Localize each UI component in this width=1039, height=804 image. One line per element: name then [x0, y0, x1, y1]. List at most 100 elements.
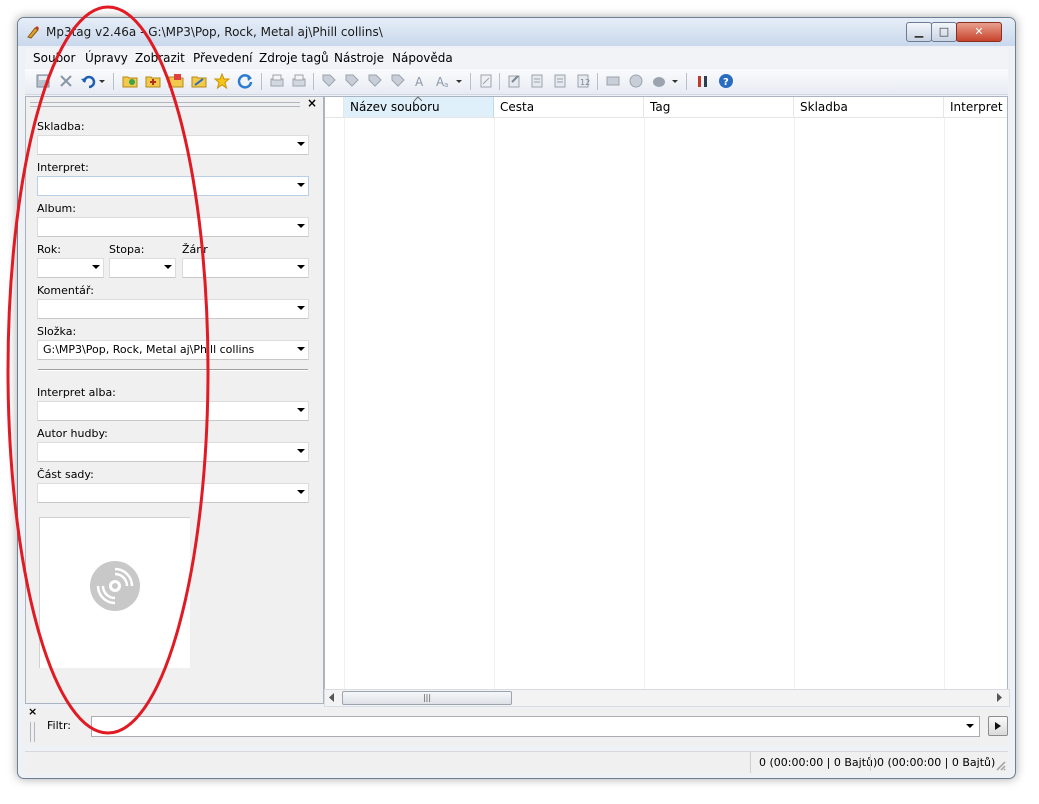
album-artist-field[interactable] — [37, 401, 309, 421]
filter-close-button[interactable]: × — [28, 705, 37, 718]
maximize-button[interactable]: □ — [931, 22, 957, 42]
filter-apply-button[interactable] — [988, 716, 1008, 736]
toolbar-separator — [597, 73, 598, 90]
chevron-down-icon[interactable] — [297, 265, 305, 269]
discnumber-field[interactable] — [37, 483, 309, 503]
resize-grip-icon[interactable] — [995, 760, 1006, 771]
composer-label: Autor hudby: — [37, 427, 108, 440]
scroll-thumb[interactable]: ||| — [342, 691, 512, 705]
year-field[interactable] — [37, 258, 104, 278]
chevron-down-icon[interactable] — [297, 449, 305, 453]
undo-dropdown-icon[interactable] — [98, 73, 106, 89]
save-icon[interactable] — [35, 73, 51, 89]
export-icon[interactable] — [506, 73, 522, 89]
menu-zobrazit[interactable]: Zobrazit — [135, 51, 185, 65]
panel-grip[interactable] — [30, 102, 300, 107]
menu-nastroje[interactable]: Nástroje — [334, 51, 384, 65]
album-artist-label: Interpret alba: — [37, 386, 116, 399]
column-header-tag[interactable]: Tag — [644, 97, 794, 118]
title-bar[interactable]: Mp3tag v2.46a - G:\MP3\Pop, Rock, Metal … — [18, 18, 1015, 46]
help-icon[interactable]: ? — [718, 73, 734, 89]
chevron-down-icon[interactable] — [297, 408, 305, 412]
column-divider — [344, 118, 345, 690]
composer-field[interactable] — [37, 442, 309, 462]
menu-soubor[interactable]: Soubor — [33, 51, 75, 65]
chevron-down-icon[interactable] — [297, 183, 305, 187]
filter-grip[interactable] — [30, 722, 35, 742]
directory-field[interactable]: G:\MP3\Pop, Rock, Metal aj\Phill collins — [37, 340, 309, 360]
refresh-icon[interactable] — [237, 73, 253, 89]
title-field[interactable] — [37, 135, 309, 155]
album-field[interactable] — [37, 217, 309, 237]
tag-source-icon[interactable] — [651, 73, 667, 89]
directory-label: Složka: — [37, 325, 77, 338]
chevron-down-icon[interactable] — [92, 265, 100, 269]
menu-upravy[interactable]: Úpravy — [85, 51, 128, 65]
main-window: Mp3tag v2.46a - G:\MP3\Pop, Rock, Metal … — [17, 17, 1016, 779]
chevron-down-icon[interactable] — [297, 306, 305, 310]
filter-bar: × Filtr: — [25, 705, 1008, 746]
web-source-icon[interactable] — [628, 73, 644, 89]
panel-close-button[interactable]: × — [307, 96, 317, 110]
toolbar-separator — [499, 73, 500, 90]
chevron-down-icon[interactable] — [297, 224, 305, 228]
open-folder-icon[interactable] — [168, 73, 184, 89]
svg-text:a: a — [444, 81, 448, 89]
track-field[interactable] — [109, 258, 176, 278]
print-preview-icon[interactable] — [291, 73, 307, 89]
favorite-directory-icon[interactable] — [191, 73, 207, 89]
chevron-down-icon[interactable] — [297, 490, 305, 494]
menu-prevedeni[interactable]: Převedení — [193, 51, 253, 65]
scroll-left-icon[interactable] — [328, 693, 336, 702]
horizontal-scrollbar[interactable]: ||| — [324, 689, 1010, 707]
title-label: Skladba: — [37, 120, 85, 133]
column-header-title[interactable]: Skladba — [794, 97, 944, 118]
filter-input[interactable] — [91, 716, 980, 737]
replace-icon[interactable]: Aa — [435, 73, 451, 89]
track-label: Stopa: — [109, 243, 145, 256]
svg-text:12: 12 — [580, 78, 590, 87]
svg-text:A: A — [415, 75, 424, 89]
change-directory-icon[interactable] — [122, 73, 138, 89]
svg-text:?: ? — [723, 77, 729, 88]
column-header-path[interactable]: Cesta — [494, 97, 644, 118]
panel-divider — [38, 369, 308, 371]
star-icon[interactable] — [214, 73, 230, 89]
minimize-button[interactable]: ▁ — [906, 22, 932, 42]
column-header-artist[interactable]: Interpret — [944, 97, 1007, 118]
playlist-icon[interactable] — [605, 73, 621, 89]
text-file-tag-icon[interactable] — [390, 73, 406, 89]
replace-dropdown-icon[interactable] — [455, 73, 463, 89]
chevron-down-icon[interactable] — [966, 724, 974, 728]
print-icon[interactable] — [269, 73, 285, 89]
filter-label: Filtr: — [47, 719, 71, 732]
options-icon[interactable] — [695, 73, 711, 89]
undo-icon[interactable] — [80, 73, 96, 89]
menu-zdroje-tagu[interactable]: Zdroje tagů — [259, 51, 329, 65]
file-list[interactable]: Název souboru Cesta Tag Skladba Interpre… — [324, 96, 1008, 691]
album-label: Album: — [37, 202, 76, 215]
genre-field[interactable] — [182, 258, 309, 278]
autonumbering-icon[interactable]: 12 — [575, 73, 591, 89]
chevron-down-icon[interactable] — [164, 265, 172, 269]
filename-tag-icon[interactable] — [344, 73, 360, 89]
scroll-right-icon[interactable] — [995, 693, 1003, 702]
comment-field[interactable] — [37, 299, 309, 319]
tag-source-dropdown-icon[interactable] — [671, 73, 679, 89]
toolbar: A Aa 12 ? — [25, 69, 1008, 95]
close-button[interactable]: ✕ — [956, 22, 1002, 42]
actions-quick-icon[interactable] — [552, 73, 568, 89]
edit-icon[interactable] — [478, 73, 494, 89]
add-directory-icon[interactable] — [145, 73, 161, 89]
chevron-down-icon[interactable] — [297, 142, 305, 146]
actions-icon[interactable] — [529, 73, 545, 89]
cover-art-box[interactable] — [39, 517, 190, 668]
artist-field[interactable] — [37, 176, 309, 196]
menu-napoveda[interactable]: Nápověda — [392, 51, 453, 65]
filename-filename-icon[interactable] — [367, 73, 383, 89]
chevron-down-icon[interactable] — [297, 347, 305, 351]
year-label: Rok: — [37, 243, 61, 256]
remove-tag-icon[interactable] — [58, 73, 74, 89]
case-conversion-icon[interactable]: A — [413, 73, 429, 89]
tag-filename-icon[interactable] — [321, 73, 337, 89]
